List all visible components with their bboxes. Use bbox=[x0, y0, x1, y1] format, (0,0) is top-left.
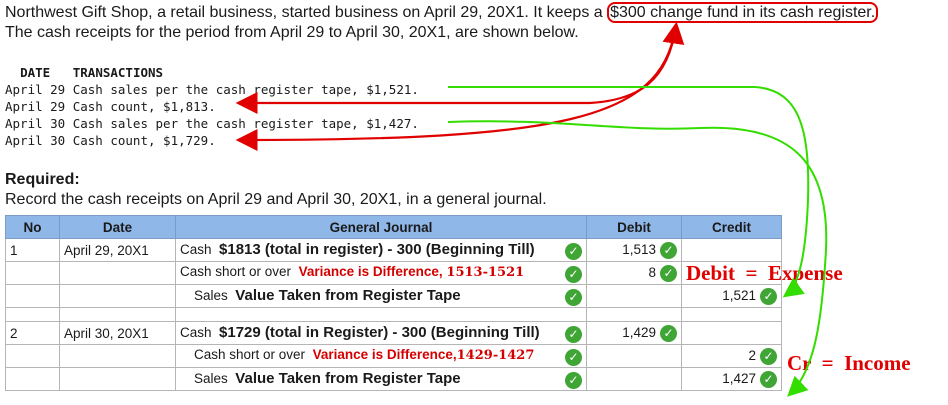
annotation-arrows bbox=[235, 21, 828, 397]
green-arrow-2 bbox=[447, 120, 828, 397]
green-arrow-1 bbox=[448, 86, 810, 298]
red-arrow-2 bbox=[235, 29, 677, 151]
